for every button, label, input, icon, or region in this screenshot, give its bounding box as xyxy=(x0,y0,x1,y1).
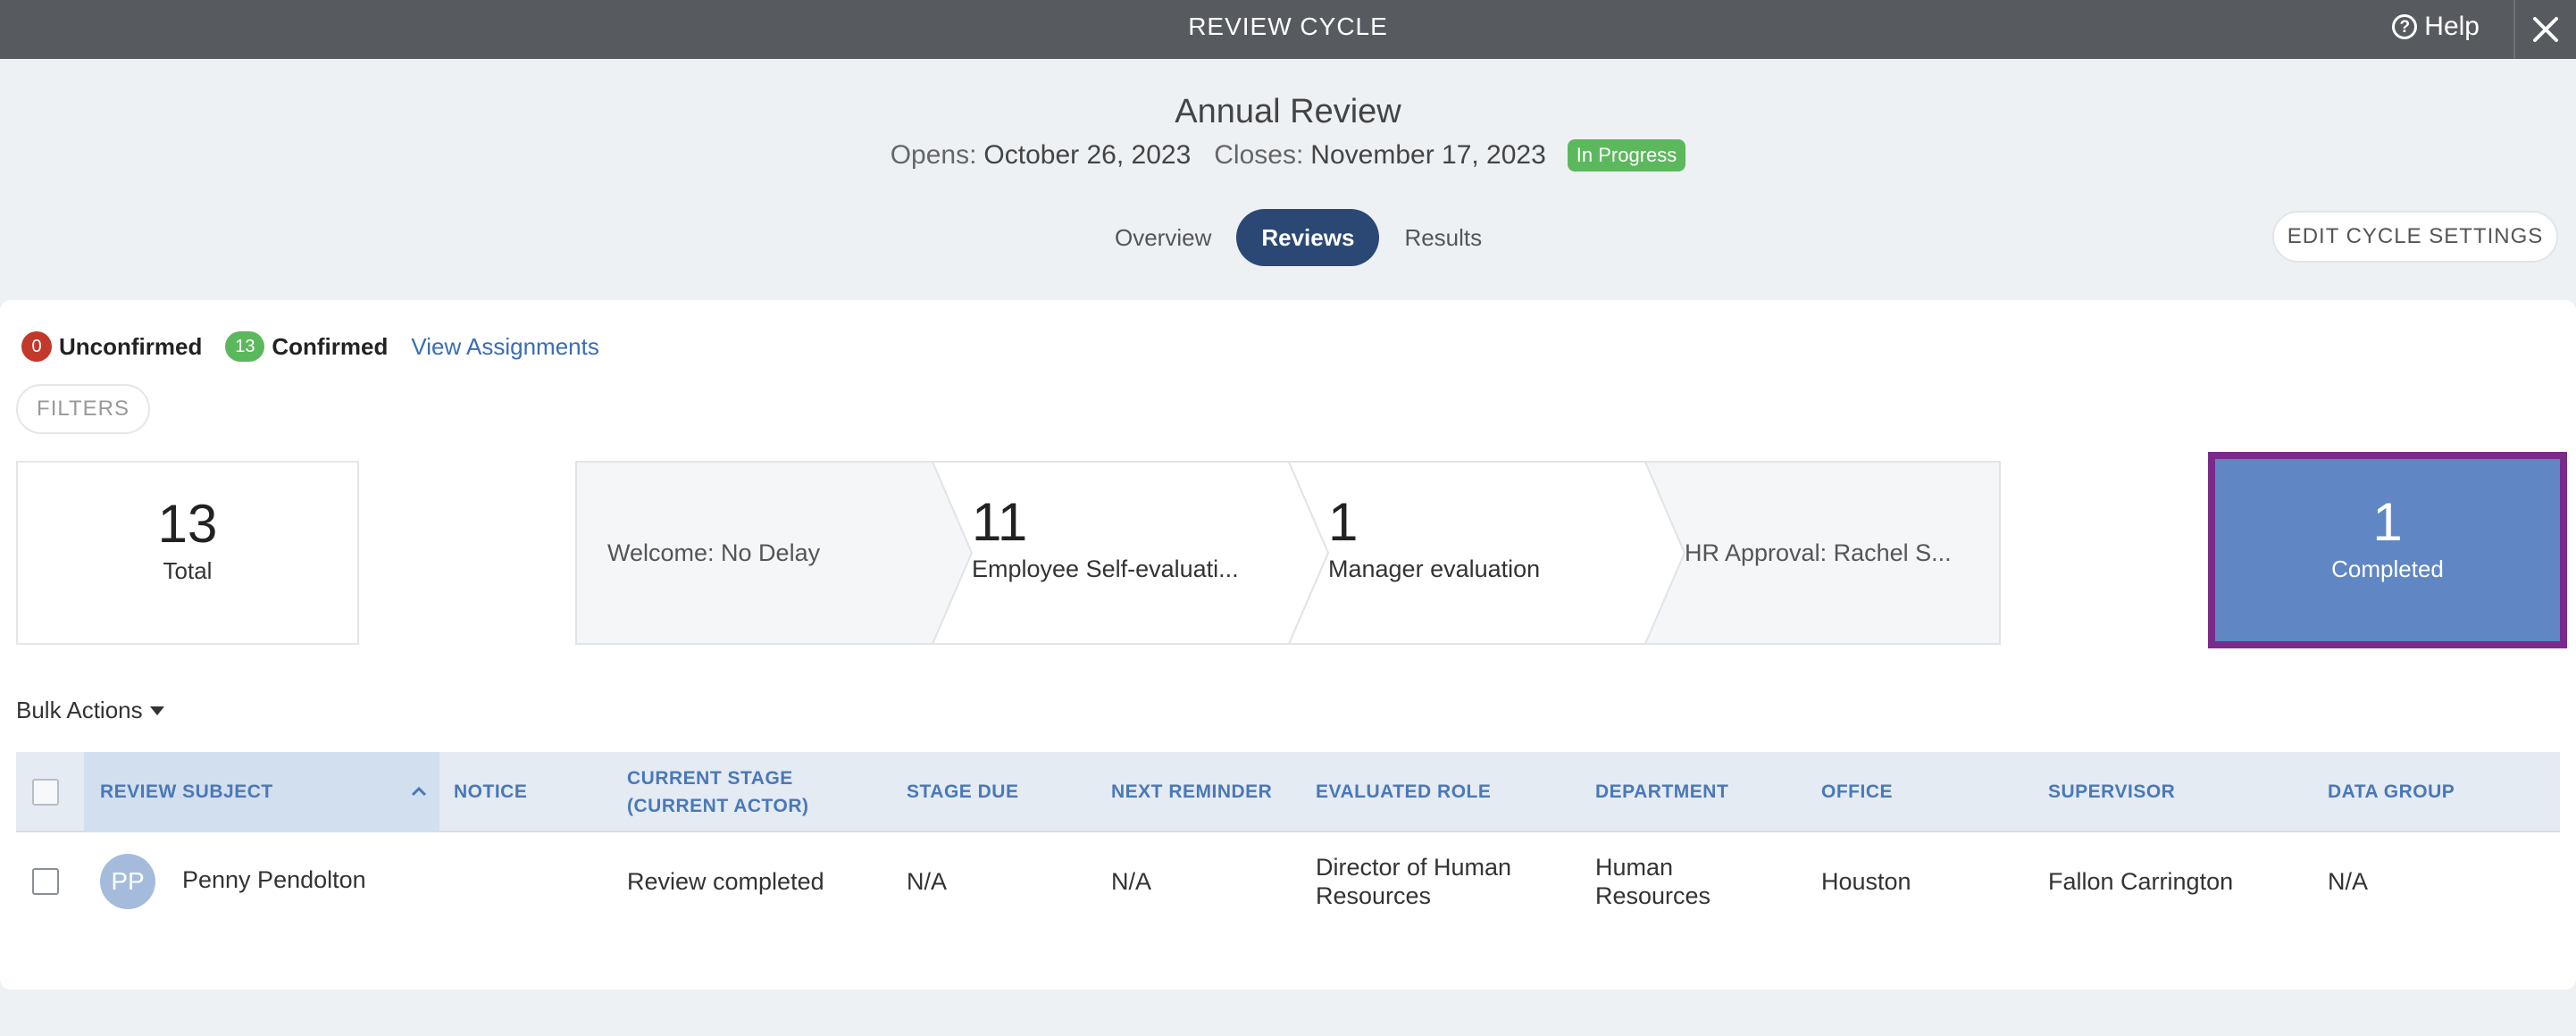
reviews-panel: 0 Unconfirmed 13 Confirmed View Assignme… xyxy=(0,300,2576,990)
next-reminder-cell: N/A xyxy=(1111,867,1152,895)
confirmed-label: Confirmed xyxy=(272,332,389,360)
office-cell: Houston xyxy=(1821,867,1911,895)
top-bar: REVIEW CYCLE ? Help xyxy=(0,0,2576,59)
unconfirmed-count-badge: 0 xyxy=(21,331,52,362)
window-title: REVIEW CYCLE xyxy=(1188,13,1388,40)
total-count: 13 xyxy=(157,494,218,554)
cell-line: Human xyxy=(1595,853,1674,881)
row-checkbox[interactable] xyxy=(32,868,59,895)
sort-ascending-icon xyxy=(411,786,427,797)
close-button[interactable] xyxy=(2513,0,2576,59)
status-badge: In Progress xyxy=(1567,139,1686,171)
completed-stage-card[interactable]: 1 Completed xyxy=(2208,452,2567,648)
caret-down-icon xyxy=(149,706,164,715)
cell-line: Resources xyxy=(1595,882,1711,909)
cycle-dates: Opens: October 26, 2023 Closes: November… xyxy=(0,139,2576,171)
current-stage-cell: Review completed xyxy=(627,867,824,895)
supervisor-cell: Fallon Carrington xyxy=(2048,867,2234,895)
column-next-reminder[interactable]: NEXT REMINDER xyxy=(1111,752,1272,832)
column-notice[interactable]: NOTICE xyxy=(454,752,527,832)
column-office[interactable]: OFFICE xyxy=(1821,752,1893,832)
question-icon: ? xyxy=(2392,14,2418,39)
stage-manager-evaluation[interactable]: 1 Manager evaluation xyxy=(1328,461,1668,645)
edit-cycle-settings-button[interactable]: EDIT CYCLE SETTINGS xyxy=(2272,211,2558,263)
subject-name: Penny Pendolton xyxy=(182,865,366,893)
unconfirmed-label: Unconfirmed xyxy=(59,332,203,360)
stage-pipeline: Welcome: No Delay 11 Employee Self-evalu… xyxy=(575,461,2001,645)
cell-line: Resources xyxy=(1316,882,1432,909)
column-label: (CURRENT ACTOR) xyxy=(627,796,809,816)
row-select-cell xyxy=(32,832,59,931)
confirmed-count-badge: 13 xyxy=(225,331,265,362)
stage-count: 11 xyxy=(972,492,1028,552)
tab-reviews[interactable]: Reviews xyxy=(1236,209,1380,266)
total-stage-card[interactable]: 13 Total xyxy=(16,461,359,645)
select-all-cell xyxy=(32,752,59,832)
completed-label: Completed xyxy=(2331,556,2444,582)
view-assignments-link[interactable]: View Assignments xyxy=(411,333,599,361)
column-stage-due[interactable]: STAGE DUE xyxy=(907,752,1018,832)
bulk-actions-dropdown[interactable]: Bulk Actions xyxy=(16,697,164,724)
total-label: Total xyxy=(163,557,213,584)
column-current-stage[interactable]: CURRENT STAGE (CURRENT ACTOR) xyxy=(627,752,808,832)
reviews-table: REVIEW SUBJECT NOTICE CURRENT STAGE (CUR… xyxy=(16,752,2560,931)
select-all-checkbox[interactable] xyxy=(32,779,59,806)
closes-label: Closes: xyxy=(1214,140,1304,170)
column-supervisor[interactable]: SUPERVISOR xyxy=(2048,752,2175,832)
department-cell: Human Resources xyxy=(1595,832,1710,931)
bulk-actions-label: Bulk Actions xyxy=(16,697,143,723)
column-evaluated-role[interactable]: EVALUATED ROLE xyxy=(1316,752,1491,832)
review-subject-cell[interactable]: PP Penny Pendolton xyxy=(100,832,366,931)
stage-label: Employee Self-evaluati... xyxy=(972,556,1239,582)
tab-results[interactable]: Results xyxy=(1379,209,1507,266)
filters-button[interactable]: FILTERS xyxy=(16,384,150,434)
opens-label: Opens: xyxy=(890,140,977,170)
column-review-subject[interactable]: REVIEW SUBJECT xyxy=(84,752,439,832)
tab-overview[interactable]: Overview xyxy=(1090,209,1236,266)
cell-line: Director of Human xyxy=(1316,853,1512,881)
completed-count: 1 xyxy=(2372,492,2403,552)
page-title: Annual Review xyxy=(1175,93,1401,130)
data-group-cell: N/A xyxy=(2328,867,2369,895)
confirmation-summary: 0 Unconfirmed 13 Confirmed View Assignme… xyxy=(21,329,599,364)
column-label: CURRENT STAGE xyxy=(627,767,793,789)
stage-label: Manager evaluation xyxy=(1328,556,1541,582)
column-label: REVIEW SUBJECT xyxy=(100,781,273,803)
stage-count: 1 xyxy=(1328,492,1359,552)
column-department[interactable]: DEPARTMENT xyxy=(1595,752,1728,832)
stage-label: Welcome: No Delay xyxy=(607,539,821,566)
stage-employee-self-evaluation[interactable]: 11 Employee Self-evaluati... xyxy=(972,461,1311,645)
table-row[interactable]: PP Penny Pendolton Review completed N/A … xyxy=(16,832,2560,931)
opens-date: October 26, 2023 xyxy=(983,140,1192,170)
stage-hr-approval[interactable]: HR Approval: Rachel S... xyxy=(1685,461,2001,645)
close-icon xyxy=(2533,17,2558,42)
help-label: Help xyxy=(2424,12,2480,41)
help-button[interactable]: ? Help xyxy=(2392,0,2480,54)
column-data-group[interactable]: DATA GROUP xyxy=(2328,752,2455,832)
stage-due-cell: N/A xyxy=(907,867,948,895)
stage-welcome[interactable]: Welcome: No Delay xyxy=(575,461,950,645)
evaluated-role-cell: Director of Human Resources xyxy=(1316,832,1511,931)
table-header: REVIEW SUBJECT NOTICE CURRENT STAGE (CUR… xyxy=(16,752,2560,832)
tab-bar: Overview Reviews Results xyxy=(1090,209,1507,266)
avatar: PP xyxy=(100,854,155,909)
stage-label: HR Approval: Rachel S... xyxy=(1685,539,1952,566)
closes-date: November 17, 2023 xyxy=(1310,140,1546,170)
